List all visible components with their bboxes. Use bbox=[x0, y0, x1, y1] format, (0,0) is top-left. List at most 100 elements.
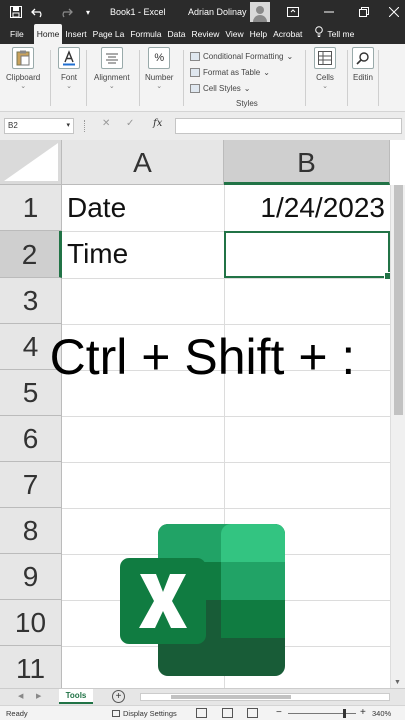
excel-logo bbox=[120, 524, 285, 676]
zoom-slider-handle[interactable] bbox=[343, 709, 346, 718]
user-name: Adrian Dolinay bbox=[188, 7, 247, 17]
page-layout-view-icon[interactable] bbox=[222, 708, 233, 718]
name-box[interactable]: B2 ▾ bbox=[4, 118, 74, 134]
save-icon[interactable] bbox=[8, 4, 24, 20]
chevron-down-icon: ⌄ bbox=[156, 83, 163, 90]
name-box-value: B2 bbox=[8, 121, 18, 130]
next-sheet-icon[interactable]: ▶ bbox=[36, 692, 41, 700]
display-settings-button[interactable]: Display Settings bbox=[112, 709, 177, 718]
formula-bar-divider bbox=[84, 120, 86, 132]
number-group[interactable]: % Number ⌄ bbox=[145, 47, 173, 90]
zoom-level[interactable]: 340% bbox=[372, 709, 391, 718]
cell-styles-icon bbox=[190, 83, 200, 93]
cancel-icon[interactable]: ✕ bbox=[102, 118, 110, 129]
search-icon bbox=[352, 47, 374, 69]
restore-icon[interactable] bbox=[357, 4, 371, 20]
editing-label: Editin bbox=[352, 73, 373, 82]
status-bar: Ready Display Settings − + 340% bbox=[0, 705, 405, 720]
tab-help[interactable]: Help bbox=[247, 24, 270, 44]
column-header-a[interactable]: A bbox=[62, 140, 224, 185]
row-header-3[interactable]: 3 bbox=[0, 278, 62, 324]
tab-file[interactable]: File bbox=[0, 24, 34, 44]
row-header-7[interactable]: 7 bbox=[0, 462, 62, 508]
row-header-11[interactable]: 11 bbox=[0, 646, 62, 688]
ribbon-display-options-icon[interactable] bbox=[286, 4, 300, 20]
row-header-1[interactable]: 1 bbox=[0, 185, 62, 231]
formula-input[interactable] bbox=[175, 118, 402, 134]
sheet-tab-tools[interactable]: Tools bbox=[59, 689, 93, 704]
tab-page-layout[interactable]: Page La bbox=[90, 24, 128, 44]
conditional-formatting-label: Conditional Formatting bbox=[203, 51, 284, 61]
conditional-formatting-icon bbox=[190, 51, 200, 61]
tab-review[interactable]: Review bbox=[188, 24, 222, 44]
display-settings-label: Display Settings bbox=[123, 709, 177, 718]
chevron-down-icon[interactable]: ▾ bbox=[66, 119, 70, 133]
tab-formulas[interactable]: Formula bbox=[127, 24, 164, 44]
lightbulb-icon bbox=[315, 24, 324, 44]
format-as-table-label: Format as Table bbox=[203, 67, 261, 77]
minimize-icon[interactable] bbox=[322, 4, 336, 20]
quick-access-more-icon[interactable]: ▾ bbox=[82, 4, 94, 20]
row-header-10[interactable]: 10 bbox=[0, 600, 62, 646]
group-divider bbox=[183, 50, 184, 106]
cell-a2[interactable]: Time bbox=[67, 238, 128, 270]
alignment-group[interactable]: Alignment ⌄ bbox=[94, 47, 130, 90]
normal-view-icon[interactable] bbox=[196, 708, 207, 718]
scroll-thumb[interactable] bbox=[171, 695, 291, 699]
tab-insert[interactable]: Insert bbox=[62, 24, 89, 44]
number-label: Number bbox=[145, 73, 174, 82]
row-header-8[interactable]: 8 bbox=[0, 508, 62, 554]
status-ready: Ready bbox=[6, 709, 28, 718]
tab-view[interactable]: View bbox=[222, 24, 246, 44]
undo-icon[interactable] bbox=[30, 4, 46, 20]
scroll-down-arrow-icon[interactable]: ▼ bbox=[394, 679, 401, 686]
alignment-label: Alignment bbox=[94, 73, 130, 82]
redo-icon[interactable] bbox=[58, 4, 74, 20]
add-sheet-icon[interactable]: + bbox=[112, 690, 125, 703]
tab-data[interactable]: Data bbox=[165, 24, 189, 44]
ribbon: Clipboard ⌄ Font ⌄ Alignment ⌄ % Number … bbox=[0, 44, 405, 112]
insert-function-icon[interactable]: fx bbox=[153, 118, 162, 129]
chevron-down-icon: ⌄ bbox=[20, 83, 27, 90]
gridline bbox=[62, 462, 390, 463]
formula-bar: B2 ▾ ✕ ✓ fx bbox=[0, 112, 405, 140]
cells-group[interactable]: Cells ⌄ bbox=[314, 47, 336, 90]
zoom-out-icon[interactable]: − bbox=[276, 707, 282, 718]
tell-me-box[interactable]: Tell me bbox=[305, 24, 357, 44]
clipboard-group[interactable]: Clipboard ⌄ bbox=[6, 47, 40, 90]
avatar[interactable] bbox=[250, 2, 270, 22]
clipboard-icon bbox=[12, 47, 35, 69]
group-divider bbox=[139, 50, 140, 106]
horizontal-scrollbar[interactable] bbox=[140, 693, 390, 701]
row-header-6[interactable]: 6 bbox=[0, 416, 62, 462]
title-bar: ▾ Book1 - Excel Adrian Dolinay bbox=[0, 0, 405, 24]
tab-home[interactable]: Home bbox=[33, 24, 63, 44]
group-divider bbox=[86, 50, 87, 106]
chevron-down-icon: ⌄ bbox=[66, 83, 72, 90]
column-header-b[interactable]: B bbox=[224, 140, 390, 185]
previous-sheet-icon[interactable]: ◀ bbox=[18, 692, 23, 700]
editing-group[interactable]: Editin bbox=[352, 47, 374, 82]
chevron-down-icon: ⌄ bbox=[286, 51, 294, 61]
row-header-9[interactable]: 9 bbox=[0, 554, 62, 600]
group-divider bbox=[347, 50, 348, 106]
cells-icon bbox=[314, 47, 336, 69]
tab-acrobat[interactable]: Acrobat bbox=[270, 24, 305, 44]
group-divider bbox=[305, 50, 306, 106]
percent-icon: % bbox=[148, 47, 171, 69]
shortcut-overlay-text: Ctrl + Shift + : bbox=[49, 329, 356, 385]
select-all-button[interactable] bbox=[0, 140, 62, 185]
cell-a1[interactable]: Date bbox=[67, 192, 126, 224]
chevron-down-icon: ⌄ bbox=[263, 67, 270, 77]
cell-b2-selected[interactable] bbox=[224, 231, 392, 280]
cells-label: Cells bbox=[316, 73, 334, 82]
zoom-in-icon[interactable]: + bbox=[360, 707, 366, 718]
cell-b1[interactable]: 1/24/2023 bbox=[260, 192, 385, 224]
page-break-view-icon[interactable] bbox=[247, 708, 258, 718]
close-icon[interactable] bbox=[387, 4, 401, 20]
alignment-icon bbox=[100, 47, 123, 69]
font-group[interactable]: Font ⌄ bbox=[58, 47, 80, 90]
enter-check-icon[interactable]: ✓ bbox=[126, 118, 134, 129]
vertical-scrollbar[interactable]: ▼ bbox=[390, 185, 405, 688]
row-header-2[interactable]: 2 bbox=[0, 231, 62, 278]
